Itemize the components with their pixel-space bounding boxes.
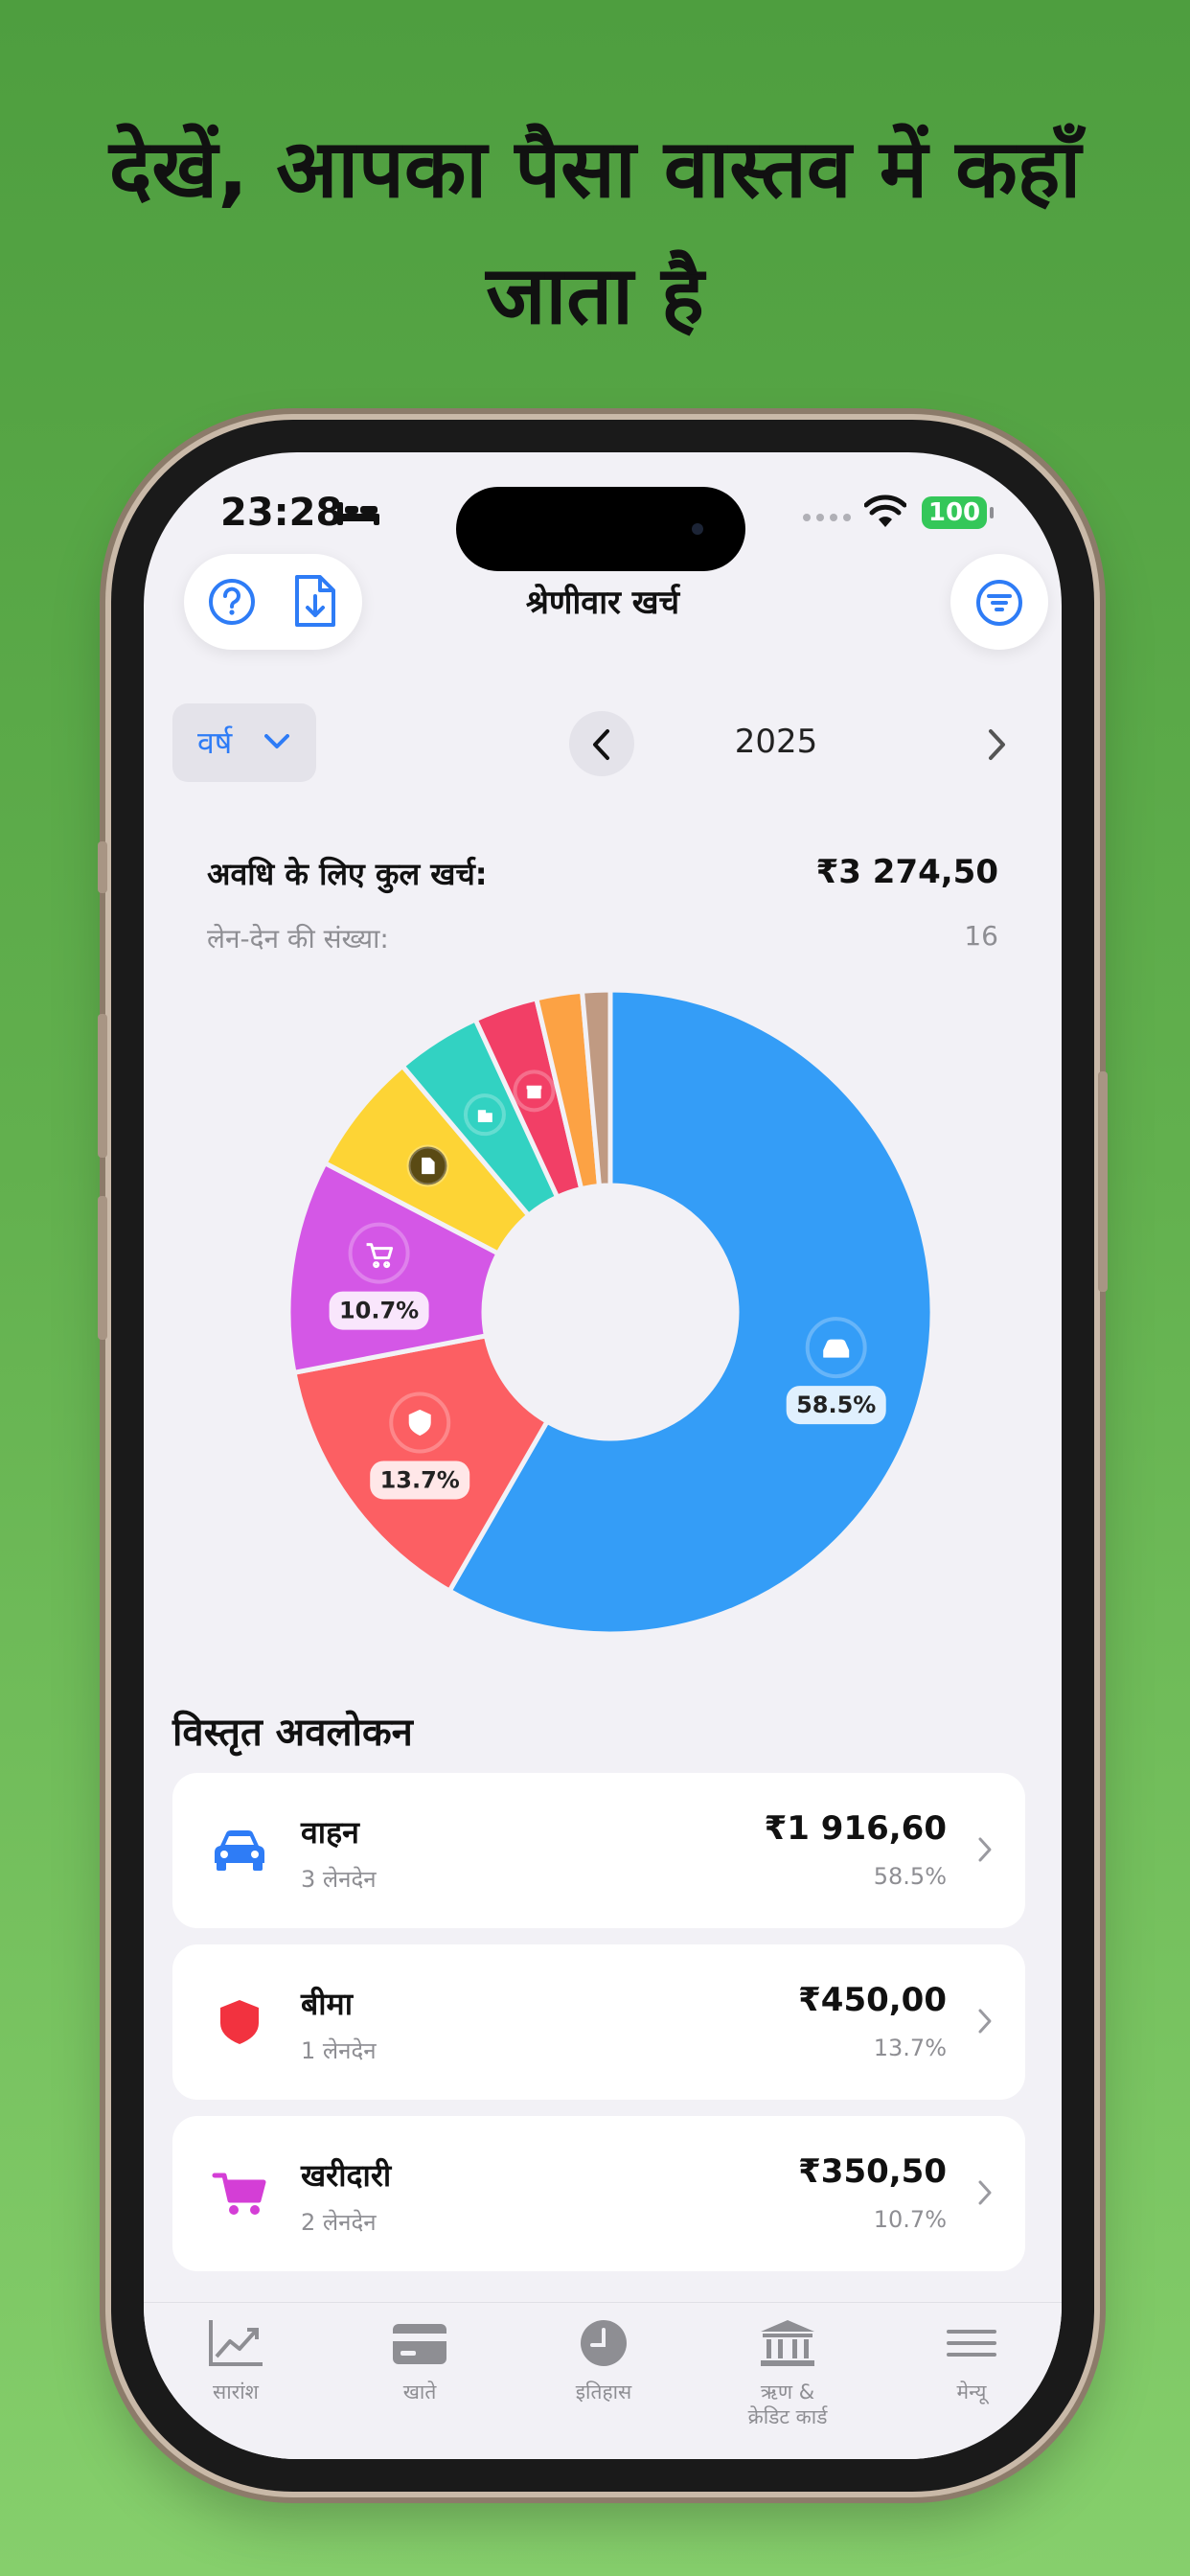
chevron-right-icon — [978, 2180, 992, 2205]
category-amount: ₹1 916,60 — [764, 1809, 947, 1848]
tab-label: खाते — [402, 2380, 437, 2404]
details-section-title: विस्तृत अवलोकन — [172, 1711, 413, 1755]
category-amount: ₹450,00 — [798, 1981, 947, 2019]
bank-icon — [761, 2320, 814, 2366]
phone-frame: 23:28 100 श्रेणीवार खर्च वर्ष 2025 अवधि … — [98, 420, 1108, 2492]
chart-trend-icon — [209, 2320, 263, 2366]
document-icon — [406, 1144, 449, 1187]
tab-label: मेन्यू — [956, 2380, 987, 2404]
category-row-insurance[interactable]: बीमा 1 लेनदेन ₹450,00 13.7% — [172, 1944, 1025, 2100]
tab-label: इतिहास — [575, 2380, 632, 2404]
category-name: वाहन — [301, 1814, 359, 1851]
category-amount: ₹350,50 — [798, 2152, 947, 2191]
chevron-right-icon — [978, 2009, 992, 2034]
category-percent: 58.5% — [873, 1863, 947, 1890]
menu-icon — [947, 2330, 996, 2357]
slice-percent-label: 10.7% — [339, 1298, 419, 1324]
tab-summary[interactable]: सारांश — [144, 2303, 328, 2437]
power-button — [1098, 1071, 1108, 1292]
car-icon — [215, 1830, 264, 1871]
category-transaction-count: 3 लेनदेन — [301, 1866, 377, 1893]
car-icon — [805, 1317, 867, 1379]
category-name: खरीदारी — [301, 2157, 392, 2194]
tab-label: ऋण & क्रेडिट कार्ड — [696, 2380, 880, 2429]
tab-label-line-1: ऋण & — [760, 2380, 815, 2404]
cart-icon — [348, 1222, 410, 1284]
volume-down-button — [98, 1196, 107, 1340]
volume-up-button — [98, 1014, 107, 1158]
cart-icon — [212, 2173, 266, 2215]
tab-history[interactable]: इतिहास — [512, 2303, 696, 2437]
tab-accounts[interactable]: खाते — [328, 2303, 512, 2437]
slice-percent-label: 58.5% — [796, 1392, 876, 1418]
tab-label: सारांश — [213, 2380, 259, 2404]
category-row-shopping[interactable]: खरीदारी 2 लेनदेन ₹350,50 10.7% — [172, 2116, 1025, 2271]
gift-boxes-icon — [463, 1093, 506, 1137]
clock-icon — [581, 2320, 627, 2366]
category-percent: 10.7% — [873, 2206, 947, 2233]
gift-icon — [513, 1070, 556, 1113]
tab-loans-credit-cards[interactable]: ऋण & क्रेडिट कार्ड — [696, 2303, 880, 2437]
tab-bar: सारांश खाते इतिहास ऋण & क्रेडिट कार्ड मे… — [144, 2302, 1062, 2459]
category-row-vehicle[interactable]: वाहन 3 लेनदेन ₹1 916,60 58.5% — [172, 1773, 1025, 1928]
mute-switch — [98, 841, 107, 893]
headline: देखें, आपका पैसा वास्तव में कहाँ जाता है — [108, 122, 1082, 342]
app-screen: 23:28 100 श्रेणीवार खर्च वर्ष 2025 अवधि … — [144, 452, 1062, 2459]
category-transaction-count: 1 लेनदेन — [301, 2037, 377, 2064]
card-icon — [393, 2324, 446, 2364]
category-transaction-count: 2 लेनदेन — [301, 2209, 377, 2236]
category-percent: 13.7% — [873, 2035, 947, 2061]
category-donut-chart[interactable]: 58.5% 13.7% 10.7% — [144, 452, 1062, 1698]
slice-percent-label: 13.7% — [380, 1466, 460, 1493]
tab-menu[interactable]: मेन्यू — [880, 2303, 1062, 2437]
shield-icon — [389, 1392, 451, 1454]
category-name: बीमा — [301, 1986, 353, 2022]
shield-icon — [220, 2000, 259, 2044]
chevron-right-icon — [978, 1837, 992, 1862]
tab-label-line-2: क्रेडिट कार्ड — [747, 2405, 828, 2428]
